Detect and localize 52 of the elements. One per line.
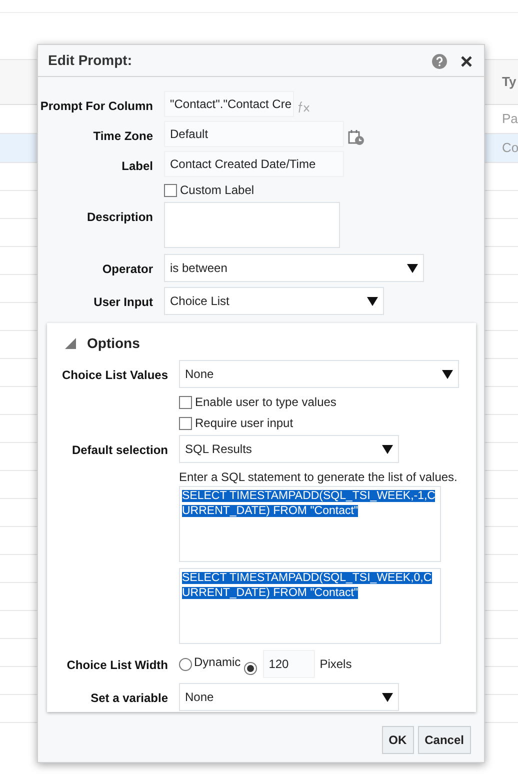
unit-label: Pixels xyxy=(320,656,352,673)
dropdown-caret-icon xyxy=(407,264,418,272)
radio-label: Dynamic xyxy=(194,654,241,671)
field-label: Set a variable xyxy=(90,690,169,707)
sql-field[interactable]: SELECT TIMESTAMPADD(SQL_TSI_WEEK,0,CURRENT_DATE) FROM "Contact" xyxy=(179,568,441,644)
dropdown-caret-icon xyxy=(382,692,393,702)
table-cell-text: Co xyxy=(502,139,518,158)
dropdown[interactable]: Choice List xyxy=(164,287,384,315)
expand-triangle-icon[interactable] xyxy=(65,338,76,349)
text-field[interactable]: Default xyxy=(164,121,344,147)
dropdown[interactable]: None xyxy=(179,360,459,388)
table-cell-text: Pa xyxy=(502,110,518,128)
field-label: Operator xyxy=(101,261,154,278)
dropdown[interactable]: is between xyxy=(164,254,424,282)
field-label: Description xyxy=(86,209,154,226)
dialog-title: Edit Prompt: xyxy=(48,51,133,70)
checkbox[interactable] xyxy=(179,416,192,430)
text-field[interactable]: Contact Created Date/Time xyxy=(164,151,344,177)
field-label: Prompt For Column xyxy=(39,98,154,115)
checkbox-option[interactable]: Custom Label xyxy=(164,181,254,199)
checkbox-label: Custom Label xyxy=(180,182,254,199)
column-field[interactable]: "Contact"."Contact Cre xyxy=(164,91,294,117)
description-field[interactable] xyxy=(164,202,340,248)
cancel-button[interactable]: Cancel xyxy=(418,726,471,754)
checkbox[interactable] xyxy=(179,396,192,408)
radio-button[interactable] xyxy=(179,658,192,670)
checkbox-option[interactable]: Require user input xyxy=(179,414,294,432)
checkbox-label: Require user input xyxy=(195,415,294,432)
calendar-clock-icon[interactable] xyxy=(348,128,365,146)
column-header: Ty xyxy=(502,73,518,92)
dropdown-caret-icon xyxy=(442,370,453,378)
radio-button[interactable] xyxy=(244,662,257,674)
checkbox-label: Enable user to type values xyxy=(195,394,336,411)
ok-button[interactable]: OK xyxy=(382,726,414,754)
dropdown[interactable]: None xyxy=(179,683,399,711)
width-field[interactable]: 120 xyxy=(262,650,315,678)
field-label: Time Zone xyxy=(92,128,154,145)
field-label: Default selection xyxy=(70,442,169,459)
close-icon[interactable] xyxy=(461,56,472,67)
help-icon[interactable] xyxy=(432,54,447,69)
field-label: Choice List Values xyxy=(60,367,169,384)
field-label: Choice List Width xyxy=(66,657,169,674)
checkbox-option[interactable]: Enable user to type values xyxy=(179,393,336,411)
dropdown-caret-icon xyxy=(382,444,393,454)
field-label: User Input xyxy=(92,294,154,311)
section-title: Options xyxy=(87,334,140,353)
checkbox[interactable] xyxy=(164,184,177,196)
dropdown[interactable]: SQL Results xyxy=(179,435,399,463)
hint-text: Enter a SQL statement to generate the list of values. xyxy=(179,469,458,486)
sql-field[interactable]: SELECT TIMESTAMPADD(SQL_TSI_WEEK,-1,CURRENT_DATE) FROM "Contact" xyxy=(179,486,441,562)
dropdown-caret-icon xyxy=(367,296,378,306)
field-label: Label xyxy=(120,158,154,175)
